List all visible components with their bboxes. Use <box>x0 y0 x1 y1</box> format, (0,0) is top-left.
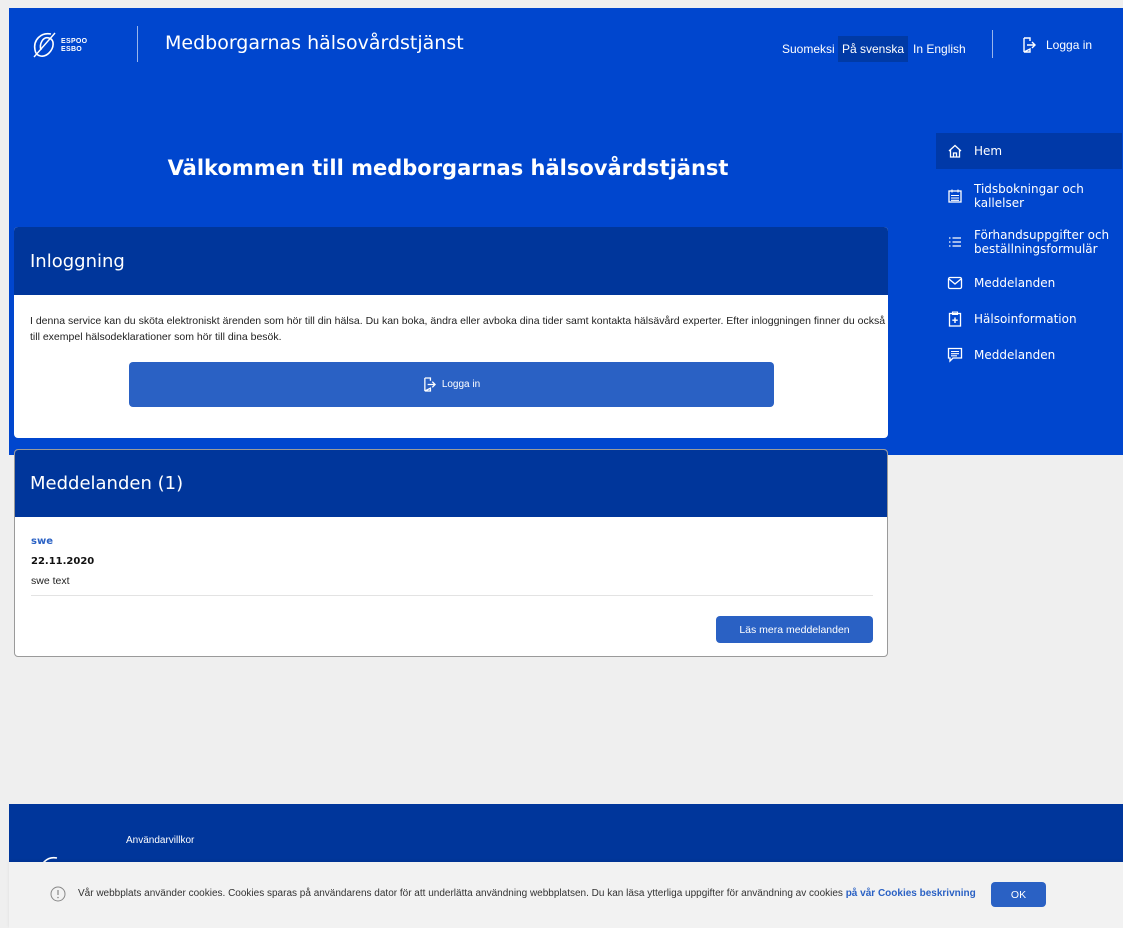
cookie-text: Vår webbplats använder cookies. Cookies … <box>78 888 976 899</box>
sidebar-nav: Hem Tidsbokningar och kallelser Förhands… <box>936 133 1122 373</box>
list-icon <box>946 233 964 251</box>
sidebar-item-label: Hälsoinformation <box>974 312 1077 326</box>
read-more-messages-button[interactable]: Läs mera meddelanden <box>716 616 873 643</box>
language-english[interactable]: In English <box>913 42 966 56</box>
messages-card: Meddelanden (1) swe 22.11.2020 swe text … <box>14 449 888 657</box>
sidebar-item-tidsbokningar[interactable]: Tidsbokningar och kallelser <box>936 173 1122 219</box>
sidebar-item-label: Förhandsuppgifter och beställningsformul… <box>974 228 1110 256</box>
login-card-title: Inloggning <box>14 227 888 295</box>
login-button-label: Logga in <box>441 379 481 390</box>
message-title-link[interactable]: swe <box>31 536 53 547</box>
login-intro-text: I denna service kan du sköta elektronisk… <box>30 315 886 343</box>
language-finnish[interactable]: Suomeksi <box>782 42 835 56</box>
chat-icon <box>946 346 964 364</box>
logo-text-espoo: ESPOO <box>61 38 88 45</box>
header-login-label: Logga in <box>1046 38 1093 52</box>
welcome-heading: Välkommen till medborgarnas hälsovårdstj… <box>167 156 729 180</box>
sidebar-item-label: Meddelanden <box>974 276 1056 290</box>
sidebar-item-halsoinformation[interactable]: Hälsoinformation <box>936 301 1122 337</box>
header-login-button[interactable]: Logga in <box>1022 35 1092 55</box>
cookie-policy-link[interactable]: på vår Cookies beskrivning <box>846 888 976 899</box>
home-icon <box>946 142 964 160</box>
sidebar-item-hem[interactable]: Hem <box>936 133 1122 169</box>
cookie-message: Vår webbplats använder cookies. Cookies … <box>78 888 846 899</box>
terms-of-use-link[interactable]: Användarvillkor <box>126 835 194 846</box>
header-divider-right <box>992 30 993 58</box>
cookie-ok-button[interactable]: OK <box>991 882 1046 907</box>
message-divider <box>31 595 873 596</box>
sidebar-item-meddelanden[interactable]: Meddelanden <box>936 265 1122 301</box>
login-icon <box>424 377 436 392</box>
messages-card-title: Meddelanden (1) <box>15 450 887 517</box>
top-bar: ESPOO ESBO Medborgarnas hälsovårdstjänst… <box>9 8 1123 80</box>
sidebar-item-meddelanden-chat[interactable]: Meddelanden <box>936 337 1122 373</box>
login-icon <box>1023 37 1036 53</box>
message-body: swe text <box>31 575 70 587</box>
logo-text-esbo: ESBO <box>61 46 83 53</box>
sidebar-item-label: Tidsbokningar och kallelser <box>974 182 1084 210</box>
sidebar-item-forhandsuppgifter[interactable]: Förhandsuppgifter och beställningsformul… <box>936 219 1122 265</box>
espoo-swirl-icon <box>33 32 56 58</box>
cookie-banner: Vår webbplats använder cookies. Cookies … <box>9 862 1123 928</box>
login-button[interactable]: Logga in <box>129 362 774 407</box>
mail-icon <box>946 274 964 292</box>
language-swedish[interactable]: På svenska <box>838 36 909 62</box>
sidebar-item-label: Meddelanden <box>974 348 1056 362</box>
espoo-logo[interactable]: ESPOO ESBO <box>31 30 87 60</box>
login-card: Inloggning I denna service kan du sköta … <box>14 227 888 438</box>
header-divider <box>137 26 138 62</box>
sidebar-item-label: Hem <box>974 144 1003 158</box>
calendar-icon <box>946 187 964 205</box>
info-icon <box>50 886 66 902</box>
app-title: Medborgarnas hälsovårdstjänst <box>165 32 464 54</box>
message-date: 22.11.2020 <box>31 556 95 567</box>
clipboard-plus-icon <box>946 310 964 328</box>
